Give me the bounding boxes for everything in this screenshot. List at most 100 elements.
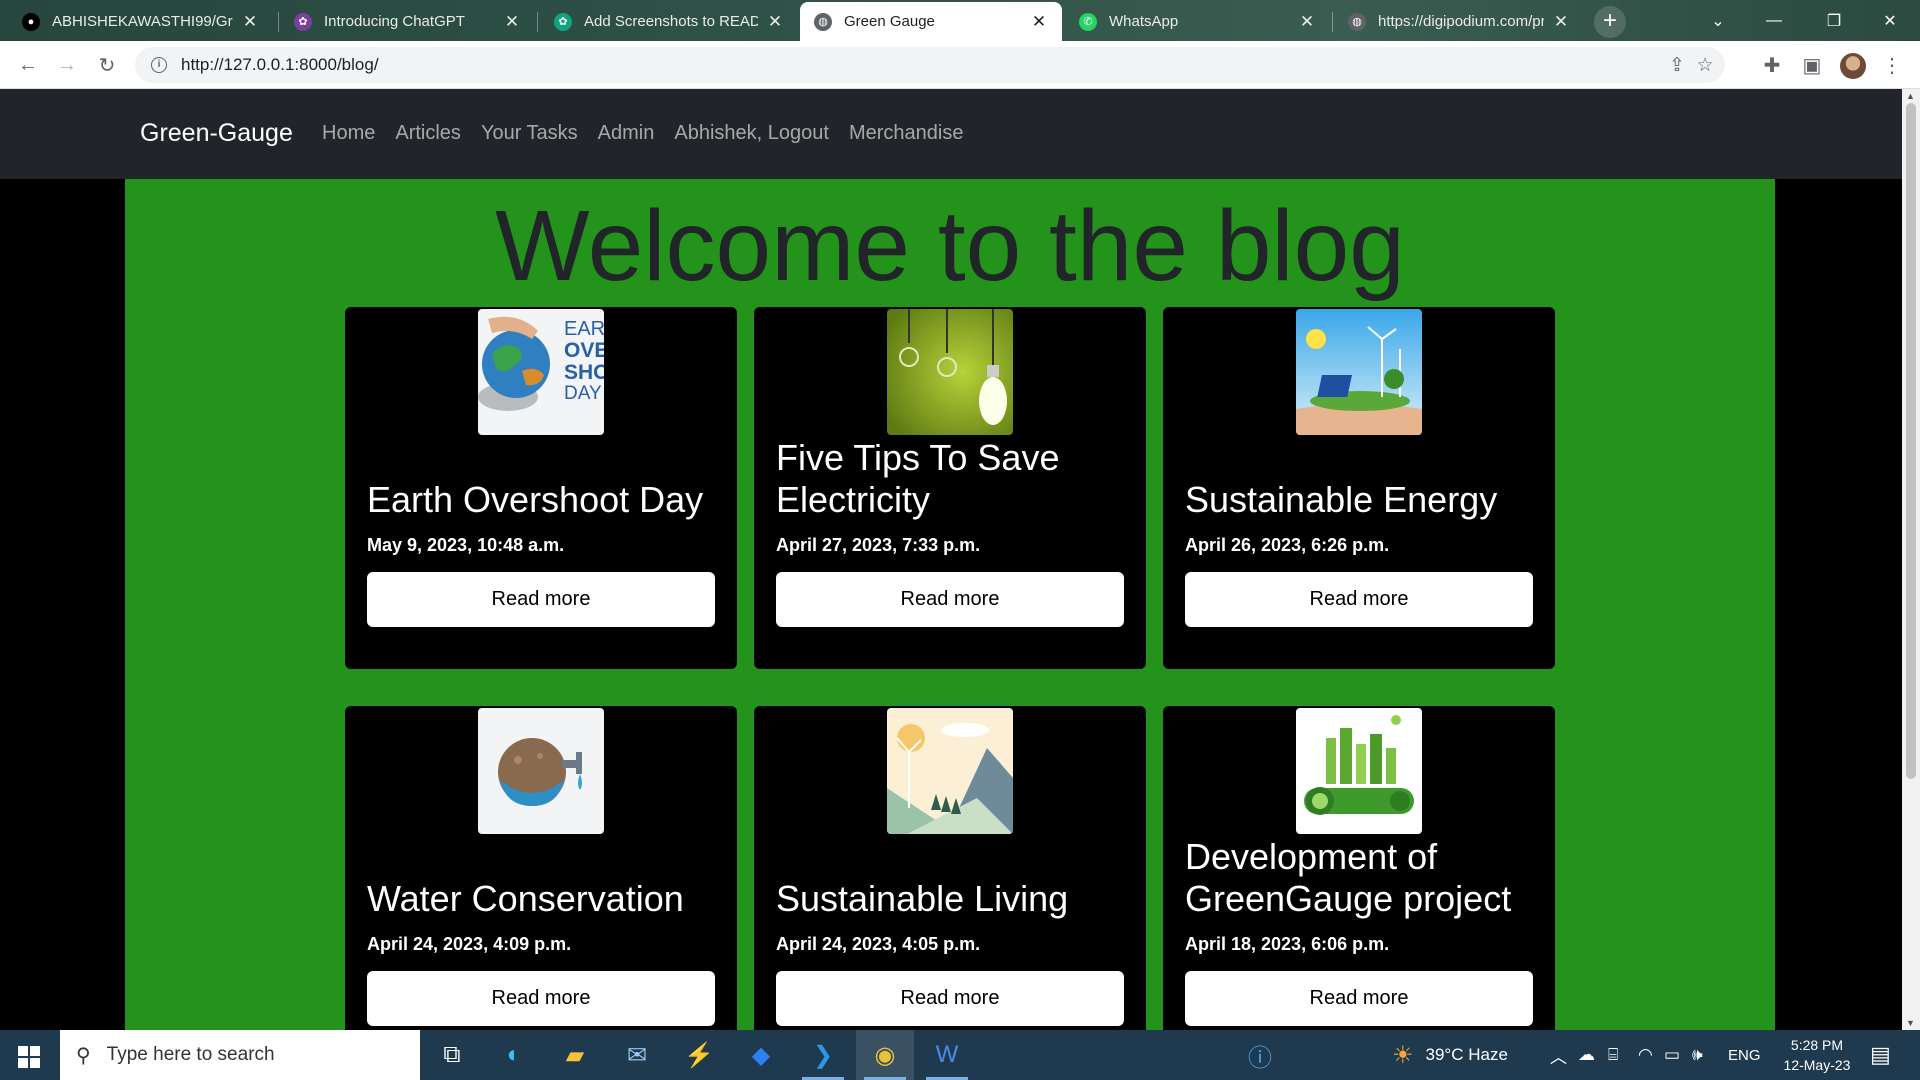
forward-icon[interactable]: → bbox=[51, 49, 83, 81]
tab-digipodium[interactable]: ◍ https://digipodium.com/pr ✕ bbox=[1334, 2, 1584, 41]
tab-title: Add Screenshots to READM bbox=[584, 13, 758, 30]
search-icon: ⚲ bbox=[76, 1044, 91, 1067]
file-explorer-icon[interactable]: ▰ bbox=[546, 1030, 604, 1080]
taskbar-clock[interactable]: 5:28 PM 12-May-23 bbox=[1772, 1035, 1862, 1075]
post-date: April 24, 2023, 4:05 p.m. bbox=[776, 934, 981, 954]
browser-toolbar: ← → ↻ i http://127.0.0.1:8000/blog/ ⇪ ☆ … bbox=[0, 41, 1920, 89]
new-tab-button[interactable]: + bbox=[1594, 6, 1626, 38]
card-body: Five Tips To Save Electricity April 27, … bbox=[776, 437, 1124, 627]
show-hidden-icons-icon[interactable]: ︿ bbox=[1550, 1030, 1567, 1080]
post-title: Development of GreenGauge project bbox=[1185, 836, 1512, 919]
blog-card: Development of GreenGauge project April … bbox=[1163, 706, 1555, 1030]
minimize-icon[interactable]: — bbox=[1746, 0, 1802, 41]
tab-title: Introducing ChatGPT bbox=[324, 13, 465, 30]
share-icon[interactable]: ⇪ bbox=[1665, 53, 1689, 77]
close-icon[interactable]: ✕ bbox=[503, 12, 521, 32]
post-date: April 24, 2023, 4:09 p.m. bbox=[367, 934, 572, 954]
weather-widget[interactable]: ☀ 39°C Haze bbox=[1392, 1030, 1508, 1080]
tab-strip: ● ABHISHEKAWASTHI99/Gree ✕ ✿ Introducing… bbox=[0, 0, 1920, 41]
taskbar-search-box[interactable]: ⚲ Type here to search bbox=[60, 1030, 420, 1080]
light-bulbs-thumbnail bbox=[887, 309, 1013, 435]
tab-chatgpt[interactable]: ✿ Introducing ChatGPT ✕ bbox=[280, 2, 535, 41]
page-title: Welcome to the blog bbox=[495, 190, 1405, 302]
device-icon[interactable]: ⌸ bbox=[1608, 1030, 1618, 1080]
read-more-button[interactable]: Read more bbox=[1185, 572, 1533, 627]
globe-icon: ◍ bbox=[814, 12, 832, 31]
language-indicator[interactable]: ENG bbox=[1728, 1030, 1761, 1080]
blog-card: Five Tips To Save Electricity April 27, … bbox=[754, 307, 1146, 669]
post-title: Earth Overshoot Day bbox=[367, 479, 704, 520]
tab-green-gauge[interactable]: ◍ Green Gauge ✕ bbox=[800, 2, 1062, 41]
nav-link-your-tasks[interactable]: Your Tasks bbox=[481, 122, 578, 145]
scrollbar-thumb[interactable] bbox=[1906, 103, 1916, 779]
svg-text:SHO: SHO bbox=[564, 361, 604, 384]
notifications-icon[interactable]: ▤ bbox=[1870, 1030, 1891, 1080]
volume-icon[interactable]: 🕪 bbox=[1692, 1030, 1703, 1080]
dropbox-icon[interactable]: ◆ bbox=[732, 1030, 790, 1080]
url-text[interactable]: http://127.0.0.1:8000/blog/ bbox=[181, 55, 379, 75]
edge-icon[interactable]: ◐ bbox=[485, 1030, 543, 1080]
read-more-button[interactable]: Read more bbox=[367, 572, 715, 627]
page-viewport: Green-Gauge Home Articles Your Tasks Adm… bbox=[0, 89, 1902, 1030]
nav-link-articles[interactable]: Articles bbox=[395, 122, 461, 145]
github-icon: ● bbox=[22, 12, 40, 31]
reload-icon[interactable]: ↻ bbox=[91, 49, 123, 81]
blog-container: Welcome to the blog EAR OVE SHO DAY Eart… bbox=[125, 179, 1775, 1030]
nav-link-logout[interactable]: Abhishek, Logout bbox=[674, 122, 829, 145]
back-icon[interactable]: ← bbox=[12, 49, 44, 81]
task-view-icon[interactable]: ⧉ bbox=[423, 1030, 481, 1080]
nav-link-home[interactable]: Home bbox=[322, 122, 375, 145]
close-icon[interactable]: ✕ bbox=[241, 12, 259, 32]
mail-icon[interactable]: ✉ bbox=[608, 1030, 666, 1080]
tab-search-chevron-icon[interactable]: ⌄ bbox=[1690, 0, 1746, 41]
close-icon[interactable]: ✕ bbox=[1552, 12, 1570, 32]
tab-separator bbox=[278, 12, 279, 32]
read-more-button[interactable]: Read more bbox=[776, 971, 1124, 1026]
address-bar[interactable]: i http://127.0.0.1:8000/blog/ ⇪ ☆ bbox=[135, 47, 1725, 83]
post-title: Water Conservation bbox=[367, 878, 684, 919]
restore-icon[interactable]: ❐ bbox=[1806, 0, 1862, 41]
windows-start-icon[interactable] bbox=[18, 1046, 40, 1068]
close-window-icon[interactable]: ✕ bbox=[1862, 0, 1918, 41]
bookmark-star-icon[interactable]: ☆ bbox=[1693, 53, 1717, 77]
extensions-puzzle-icon[interactable]: ✚ bbox=[1756, 49, 1788, 81]
side-panel-icon[interactable]: ▣ bbox=[1796, 49, 1828, 81]
word-icon[interactable]: W bbox=[918, 1030, 976, 1080]
read-more-button[interactable]: Read more bbox=[367, 971, 715, 1026]
read-more-button[interactable]: Read more bbox=[1185, 971, 1533, 1026]
scroll-up-arrow-icon[interactable]: ▲ bbox=[1906, 91, 1915, 101]
close-icon[interactable]: ✕ bbox=[1298, 12, 1316, 32]
blog-card: Water Conservation April 24, 2023, 4:09 … bbox=[345, 706, 737, 1030]
clock-date: 12-May-23 bbox=[1783, 1057, 1851, 1073]
chrome-icon[interactable]: ◉ bbox=[856, 1030, 914, 1080]
blog-card: EAR OVE SHO DAY Earth Overshoot Day May … bbox=[345, 307, 737, 669]
tab-github[interactable]: ● ABHISHEKAWASTHI99/Gree ✕ bbox=[8, 2, 273, 41]
close-icon[interactable]: ✕ bbox=[1030, 12, 1048, 32]
read-more-button[interactable]: Read more bbox=[776, 572, 1124, 627]
onedrive-cloud-icon[interactable]: ☁ bbox=[1578, 1030, 1595, 1080]
site-info-icon[interactable]: i bbox=[151, 57, 167, 73]
help-icon[interactable]: ⓘ bbox=[1248, 1030, 1272, 1080]
wifi-icon[interactable]: ◠ bbox=[1638, 1030, 1653, 1080]
card-body: Development of GreenGauge project April … bbox=[1185, 836, 1533, 1026]
weather-text: 39°C Haze bbox=[1425, 1045, 1508, 1064]
close-icon[interactable]: ✕ bbox=[766, 12, 784, 32]
nav-link-merchandise[interactable]: Merchandise bbox=[849, 122, 964, 145]
nav-links: Home Articles Your Tasks Admin Abhishek,… bbox=[322, 122, 983, 145]
svg-text:DAY: DAY bbox=[564, 383, 602, 404]
vscode-icon[interactable]: ❯ bbox=[794, 1030, 852, 1080]
tab-title: ABHISHEKAWASTHI99/Gree bbox=[52, 13, 233, 30]
menu-kebab-icon[interactable]: ⋮ bbox=[1876, 49, 1908, 81]
post-title: Sustainable Energy bbox=[1185, 479, 1498, 520]
brand-link[interactable]: Green-Gauge bbox=[140, 119, 293, 148]
nav-link-admin[interactable]: Admin bbox=[598, 122, 655, 145]
scroll-down-arrow-icon[interactable]: ▼ bbox=[1906, 1018, 1915, 1028]
tab-whatsapp[interactable]: ✆ WhatsApp ✕ bbox=[1065, 2, 1330, 41]
git-bash-icon[interactable]: ⚡ bbox=[670, 1030, 728, 1080]
earth-overshoot-thumbnail: EAR OVE SHO DAY bbox=[478, 309, 604, 435]
page-scrollbar[interactable]: ▲ ▼ bbox=[1902, 89, 1920, 1030]
chatgpt-icon: ✿ bbox=[294, 12, 312, 31]
profile-avatar[interactable] bbox=[1840, 53, 1866, 79]
tab-readme[interactable]: ✿ Add Screenshots to READM ✕ bbox=[540, 2, 798, 41]
battery-icon[interactable]: ▭ bbox=[1664, 1030, 1680, 1080]
